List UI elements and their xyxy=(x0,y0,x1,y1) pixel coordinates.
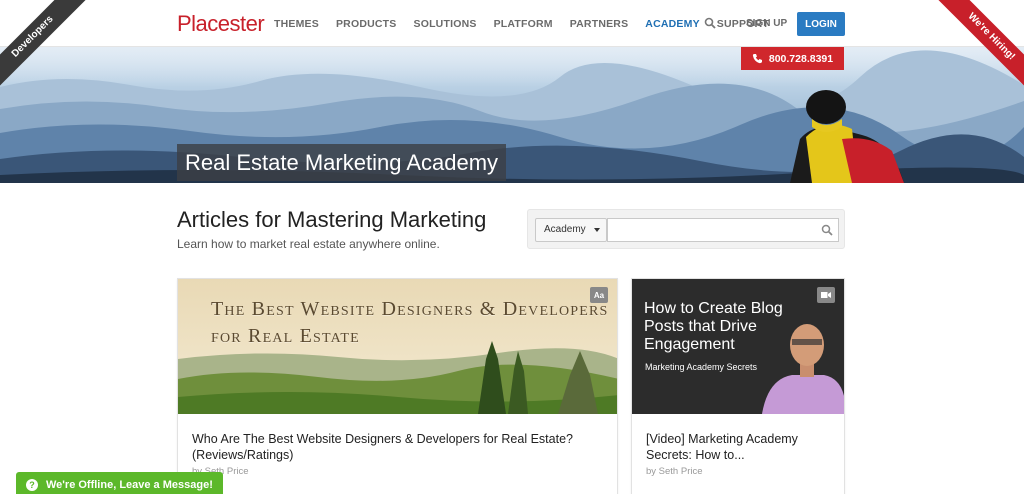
video-camera-icon xyxy=(817,287,835,303)
nav-academy[interactable]: ACADEMY xyxy=(645,18,700,30)
nav-products[interactable]: PRODUCTS xyxy=(336,18,397,30)
signup-link[interactable]: SIGN UP xyxy=(746,18,787,29)
search-input[interactable] xyxy=(607,218,839,242)
nav-themes[interactable]: THEMES xyxy=(274,18,319,30)
offline-chat-button[interactable]: ? We're Offline, Leave a Message! xyxy=(16,472,223,494)
video-card[interactable]: How to Create Blog Posts that Drive Enga… xyxy=(631,278,845,494)
phone-button[interactable]: 800.728.8391 xyxy=(741,47,844,70)
question-icon: ? xyxy=(26,479,38,491)
developers-ribbon[interactable]: Developers xyxy=(0,0,120,120)
video-byline: by Seth Price xyxy=(646,466,703,477)
nav-solutions[interactable]: SOLUTIONS xyxy=(414,18,477,30)
articles-subtitle: Learn how to market real estate anywhere… xyxy=(177,237,440,251)
nav-partners[interactable]: PARTNERS xyxy=(570,18,629,30)
hiring-ribbon[interactable]: We're Hiring! xyxy=(904,0,1024,120)
article-card[interactable]: The Best Website Designers & Developers … xyxy=(177,278,618,494)
articles-title: Articles for Mastering Marketing xyxy=(177,207,487,232)
article-search: Academy xyxy=(527,209,845,249)
developers-ribbon-label: Developers xyxy=(0,0,94,98)
video-title[interactable]: [Video] Marketing Academy Secrets: How t… xyxy=(646,431,836,463)
hero-banner: Real Estate Marketing Academy xyxy=(0,47,1024,183)
hiring-ribbon-label: We're Hiring! xyxy=(930,0,1024,98)
video-thumbnail-title: How to Create Blog Posts that Drive Enga… xyxy=(644,300,783,353)
thumbnail-headline: The Best Website Designers & Developers … xyxy=(211,298,609,347)
category-select[interactable]: Academy xyxy=(535,218,607,242)
search-icon[interactable] xyxy=(821,224,833,236)
article-type-badge: Aa xyxy=(590,287,608,303)
offline-chat-label: We're Offline, Leave a Message! xyxy=(46,479,213,491)
phone-number: 800.728.8391 xyxy=(768,52,834,65)
login-button[interactable]: LOGIN xyxy=(797,12,845,36)
phone-icon xyxy=(752,54,762,64)
category-select-value: Academy xyxy=(544,224,586,235)
video-thumbnail[interactable]: How to Create Blog Posts that Drive Enga… xyxy=(632,279,844,414)
video-thumbnail-subtitle: Marketing Academy Secrets xyxy=(645,362,758,372)
article-thumbnail[interactable]: The Best Website Designers & Developers … xyxy=(178,279,617,414)
search-icon[interactable] xyxy=(704,17,716,29)
caret-down-icon xyxy=(594,228,600,232)
placester-logo[interactable]: Placester xyxy=(177,11,265,37)
top-navigation: Placester THEMES PRODUCTS SOLUTIONS PLAT… xyxy=(0,0,1024,47)
article-title[interactable]: Who Are The Best Website Designers & Dev… xyxy=(192,431,602,463)
mountain-landscape-image xyxy=(0,47,1024,183)
hero-title: Real Estate Marketing Academy xyxy=(177,144,507,181)
nav-platform[interactable]: PLATFORM xyxy=(494,18,553,30)
